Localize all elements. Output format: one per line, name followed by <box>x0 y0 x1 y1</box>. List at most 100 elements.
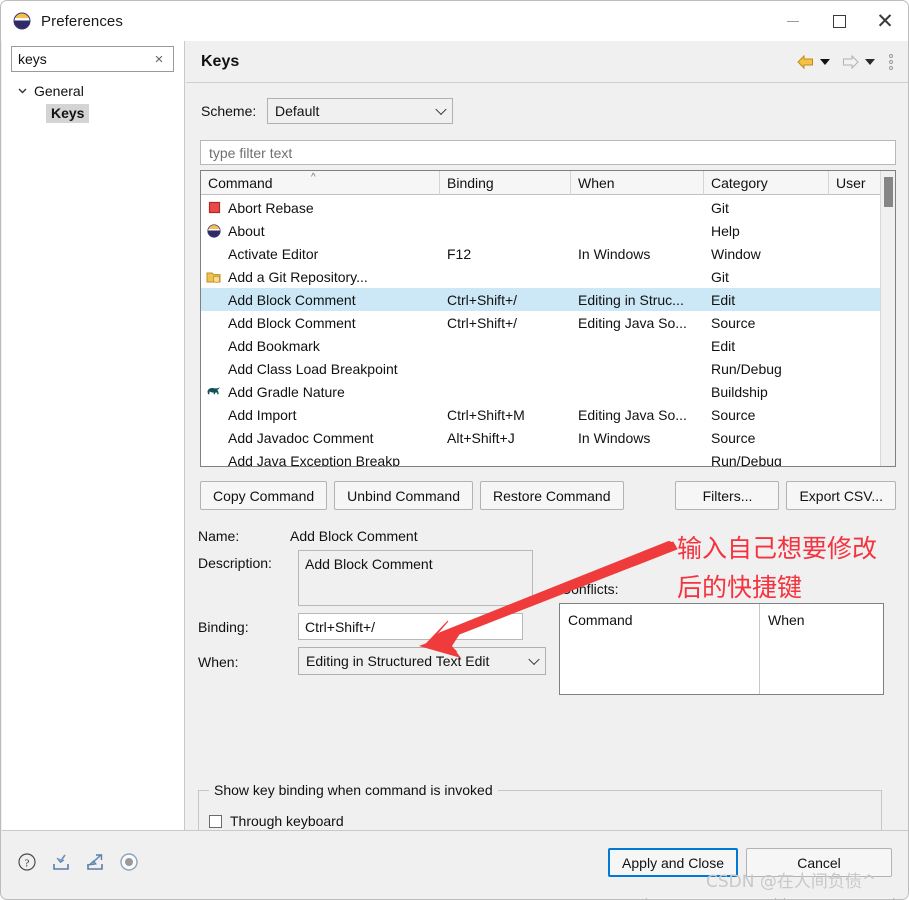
type-filter-field[interactable] <box>200 140 896 165</box>
keys-page-body: Scheme: Default Command ^ Binding When <box>186 84 908 899</box>
cell-when: Editing Java So... <box>578 314 687 331</box>
conflicts-table[interactable]: Command When <box>559 603 884 695</box>
sidebar-item-keys-label: Keys <box>46 104 90 123</box>
no-icon <box>205 246 223 262</box>
through-keyboard-row[interactable]: Through keyboard <box>209 813 344 829</box>
no-icon <box>205 407 223 423</box>
sidebar-item-general[interactable]: General <box>2 79 185 102</box>
cancel-button[interactable]: Cancel <box>746 848 892 877</box>
filters-button[interactable]: Filters... <box>675 481 780 510</box>
page-title: Keys <box>201 52 240 70</box>
preferences-sidebar: × General Keys <box>2 41 185 831</box>
cell-command-label: Activate Editor <box>228 245 319 262</box>
close-icon: ✕ <box>876 9 894 33</box>
window-controls: ✕ <box>770 1 908 41</box>
cell-when: In Windows <box>578 245 651 262</box>
cell-when: Editing Java So... <box>578 406 687 423</box>
table-row[interactable]: Add Bookmark Edit <box>201 334 895 357</box>
close-button[interactable]: ✕ <box>862 1 908 41</box>
cell-category: Run/Debug <box>711 452 782 467</box>
import-icon[interactable] <box>50 851 72 873</box>
chevron-down-icon <box>528 653 540 666</box>
name-value: Add Block Comment <box>290 528 418 544</box>
through-keyboard-label: Through keyboard <box>230 813 344 829</box>
view-menu-icon[interactable] <box>884 51 898 73</box>
cell-command: Abort Rebase <box>201 200 440 216</box>
table-row[interactable]: About Help <box>201 219 895 242</box>
minimize-icon <box>787 20 799 22</box>
apply-and-close-button[interactable]: Apply and Close <box>608 848 738 877</box>
sidebar-item-keys[interactable]: Keys <box>2 102 185 125</box>
binding-details: Name: Add Block Comment Description: Add… <box>186 528 908 899</box>
cell-category: Run/Debug <box>711 360 782 377</box>
cell-category: Source <box>711 406 756 423</box>
table-row[interactable]: Abort Rebase Git <box>201 196 895 219</box>
table-scrollbar[interactable] <box>880 171 895 466</box>
cell-command: Add Gradle Nature <box>201 384 440 400</box>
record-icon[interactable] <box>118 851 140 873</box>
table-row[interactable]: Add Import Ctrl+Shift+M Editing Java So...… <box>201 403 895 426</box>
cell-command-label: Abort Rebase <box>228 199 314 216</box>
maximize-icon <box>832 14 846 28</box>
cell-category: Source <box>711 314 756 331</box>
cell-command: Add Bookmark <box>201 338 440 354</box>
table-row[interactable]: Add Block Comment Ctrl+Shift+/ Editing in … <box>201 288 895 311</box>
column-header-command[interactable]: Command ^ <box>201 171 440 195</box>
cell-command: Add Javadoc Comment <box>201 430 440 446</box>
table-row[interactable]: Activate Editor F12 In Windows Window <box>201 242 895 265</box>
column-header-category[interactable]: Category <box>704 171 829 195</box>
forward-arrow-icon[interactable] <box>839 51 861 73</box>
cell-command-label: Add Bookmark <box>228 337 320 354</box>
export-icon[interactable] <box>84 851 106 873</box>
chevron-down-icon[interactable] <box>14 83 30 99</box>
cell-command: Add Block Comment <box>201 315 440 331</box>
column-header-user[interactable]: User <box>829 171 881 195</box>
table-row[interactable]: Add Javadoc Comment Alt+Shift+J In Windows… <box>201 426 895 449</box>
column-header-binding[interactable]: Binding <box>440 171 571 195</box>
scheme-value: Default <box>275 103 320 119</box>
back-history-chevron-down-icon[interactable] <box>820 59 830 65</box>
cell-command: Add Java Exception Breakp <box>201 453 440 467</box>
page-header: Keys <box>186 41 908 83</box>
restore-command-button[interactable]: Restore Command <box>480 481 624 510</box>
minimize-button[interactable] <box>770 1 816 41</box>
name-row: Name: Add Block Comment <box>198 528 418 544</box>
table-row[interactable]: Add Gradle Nature Buildship <box>201 380 895 403</box>
cell-command: Add Class Load Breakpoint <box>201 361 440 377</box>
scheme-select[interactable]: Default <box>267 98 453 124</box>
table-scrollbar-thumb[interactable] <box>884 177 893 207</box>
when-select[interactable]: Editing in Structured Text Edit <box>298 647 546 675</box>
unbind-command-button[interactable]: Unbind Command <box>334 481 473 510</box>
export-csv-button[interactable]: Export CSV... <box>786 481 896 510</box>
table-row[interactable]: Add Class Load Breakpoint Run/Debug <box>201 357 895 380</box>
cell-command-label: About <box>228 222 265 239</box>
cell-when: Editing in Struc... <box>578 291 684 308</box>
sidebar-filter-input[interactable] <box>18 51 146 67</box>
forward-history-chevron-down-icon[interactable] <box>865 59 875 65</box>
show-key-binding-group-title: Show key binding when command is invoked <box>209 782 498 798</box>
page-header-toolbar <box>794 41 898 83</box>
cell-binding: Alt+Shift+J <box>447 429 515 446</box>
table-row[interactable]: Add Block Comment Ctrl+Shift+/ Editing Jav… <box>201 311 895 334</box>
command-actions: Copy Command Unbind Command Restore Comm… <box>200 481 896 510</box>
description-field[interactable]: Add Block Comment <box>298 550 533 606</box>
back-arrow-icon[interactable] <box>794 51 816 73</box>
through-keyboard-checkbox[interactable] <box>209 814 222 828</box>
cell-binding: Ctrl+Shift+/ <box>447 291 518 308</box>
cell-command-label: Add Import <box>228 406 297 423</box>
sidebar-item-general-label: General <box>34 82 84 99</box>
binding-input[interactable]: Ctrl+Shift+/ <box>298 613 523 640</box>
cell-category: Source <box>711 429 756 446</box>
maximize-button[interactable] <box>816 1 862 41</box>
copy-command-button[interactable]: Copy Command <box>200 481 328 510</box>
table-row[interactable]: Add a Git Repository... Git <box>201 265 895 288</box>
cell-command-label: Add a Git Repository... <box>228 268 368 285</box>
clear-filter-icon[interactable]: × <box>146 47 172 71</box>
table-row[interactable]: Add Java Exception Breakp Run/Debug <box>201 449 895 467</box>
sidebar-filter[interactable]: × <box>11 46 174 72</box>
help-icon[interactable]: ? <box>16 851 38 873</box>
red-square-icon <box>205 200 223 216</box>
type-filter-input[interactable] <box>207 143 895 162</box>
cell-category: Buildship <box>711 383 768 400</box>
column-header-when[interactable]: When <box>571 171 704 195</box>
